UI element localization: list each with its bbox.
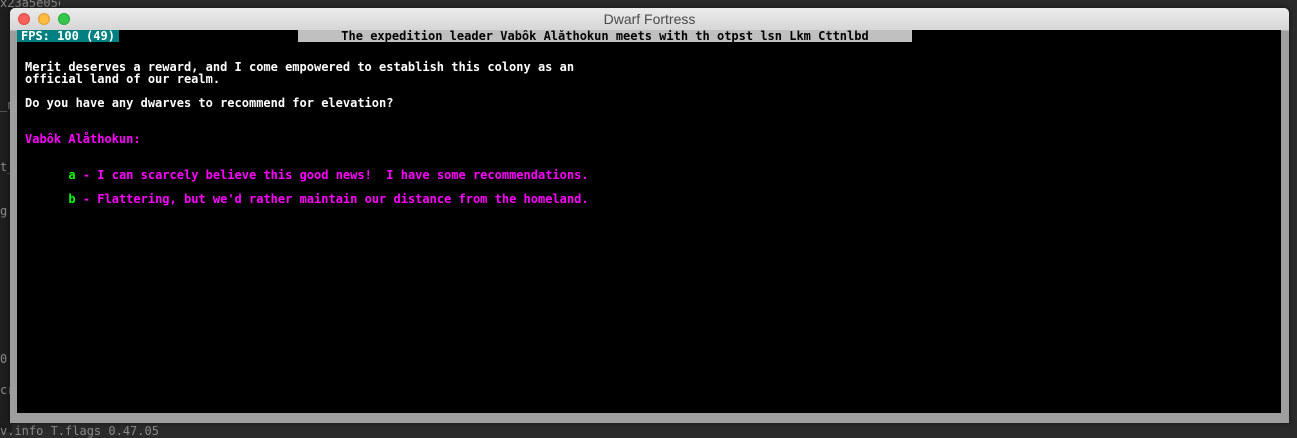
background-text: 0 (0, 352, 8, 366)
option-key: a (68, 168, 76, 182)
background-text: _n (0, 98, 10, 112)
message-line: official land of our realm. (25, 72, 221, 86)
game-window: Dwarf Fortress FPS: 100 (49) The expedit… (10, 8, 1289, 423)
announcement-banner: The expedition leader Vabôk Alåthokun me… (298, 30, 912, 42)
title-bar[interactable]: Dwarf Fortress (10, 8, 1289, 31)
option-key: b (68, 192, 76, 206)
fps-counter: FPS: 100 (49) (17, 30, 119, 42)
window-title: Dwarf Fortress (603, 11, 696, 27)
option-text: I can scarcely believe this good news! I… (97, 168, 589, 182)
question-text: Do you have any dwarves to recommend for… (25, 96, 394, 110)
option-text: Flattering, but we'd rather maintain our… (97, 192, 589, 206)
option-separator: - (75, 168, 98, 182)
dialog-option-b[interactable]: b - Flattering, but we'd rather maintain… (25, 181, 589, 217)
background-text: t_ (0, 160, 10, 174)
dialog-screen: Merit deserves a reward, and I come empo… (17, 42, 1281, 413)
background-text: v.info T.flags 0.47.05 (0, 424, 159, 438)
speaker-name: Vabôk Alåthokun: (25, 132, 141, 146)
background-text: cr (0, 383, 10, 397)
status-bar: FPS: 100 (49) The expedition leader Vabô… (17, 30, 1281, 42)
option-separator: - (75, 192, 98, 206)
background-text: g (0, 204, 8, 218)
